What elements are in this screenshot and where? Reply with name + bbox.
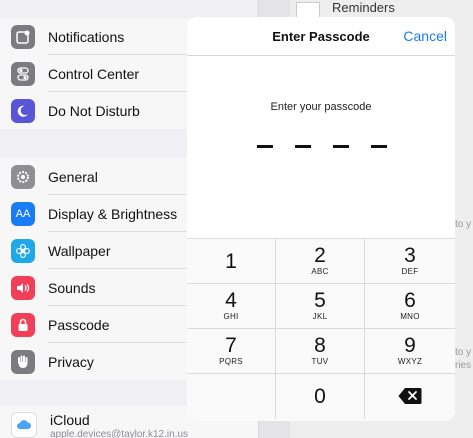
key-8[interactable]: 8 TUV [276,329,365,374]
sidebar-item-label: Display & Brightness [48,205,178,222]
passcode-digit-slot [333,145,349,148]
control-center-icon [11,61,35,86]
moon-icon [11,98,35,123]
reminders-label: Reminders [332,0,395,15]
sidebar-item-label: Passcode [48,316,110,333]
key-4[interactable]: 4 GHI [187,284,276,329]
display-brightness-icon: AA [11,201,35,226]
key-6[interactable]: 6 MNO [365,284,455,329]
sidebar-item-label: Privacy [48,353,94,370]
sidebar-item-label: General [48,168,98,185]
cancel-button[interactable]: Cancel [403,28,447,44]
peek-text: ries [455,360,472,371]
sounds-icon [11,275,35,300]
notifications-icon [11,24,35,49]
sidebar-item-label: Notifications [48,28,125,45]
peek-text: to y [455,219,472,230]
sidebar-item-label: Sounds [48,279,96,296]
key-3[interactable]: 3 DEF [365,239,455,284]
icloud-account: apple.devices@taylor.k12.in.us [50,429,189,438]
reminders-icon [296,2,320,18]
hand-icon [11,349,35,374]
gear-icon [11,164,35,189]
sidebar-item-label: Wallpaper [48,242,111,259]
sidebar-item-label: Control Center [48,65,140,82]
dialog-header: Enter Passcode Cancel [187,17,455,56]
key-0[interactable]: 0 [276,374,365,419]
delete-backspace-icon [398,387,422,405]
key-5[interactable]: 5 JKL [276,284,365,329]
key-9[interactable]: 9 WXYZ [365,329,455,374]
keypad-blank [187,374,276,419]
lock-icon [11,312,35,337]
icloud-label: iCloud [50,412,90,428]
sidebar-item-label: Do Not Disturb [48,102,140,119]
passcode-digit-slot [295,145,311,148]
key-7[interactable]: 7 PQRS [187,329,276,374]
passcode-digit-slot [257,145,273,148]
delete-button[interactable] [365,374,455,419]
passcode-prompt: Enter your passcode [270,101,372,113]
cloud-icon [11,412,37,438]
key-1[interactable]: 1 [187,239,276,284]
passcode-digit-slot [371,145,387,148]
key-2[interactable]: 2 ABC [276,239,365,284]
numeric-keypad: 1 2 ABC 3 DEF 4 GHI 5 JKL 6 MNO 7 PQRS 8 TUV 9W… [187,238,455,421]
peek-text: to y [455,347,472,358]
passcode-dialog: Enter Passcode Cancel Enter your passcod… [187,17,455,421]
passcode-entry-indicator [257,145,387,148]
wallpaper-icon [11,238,35,263]
